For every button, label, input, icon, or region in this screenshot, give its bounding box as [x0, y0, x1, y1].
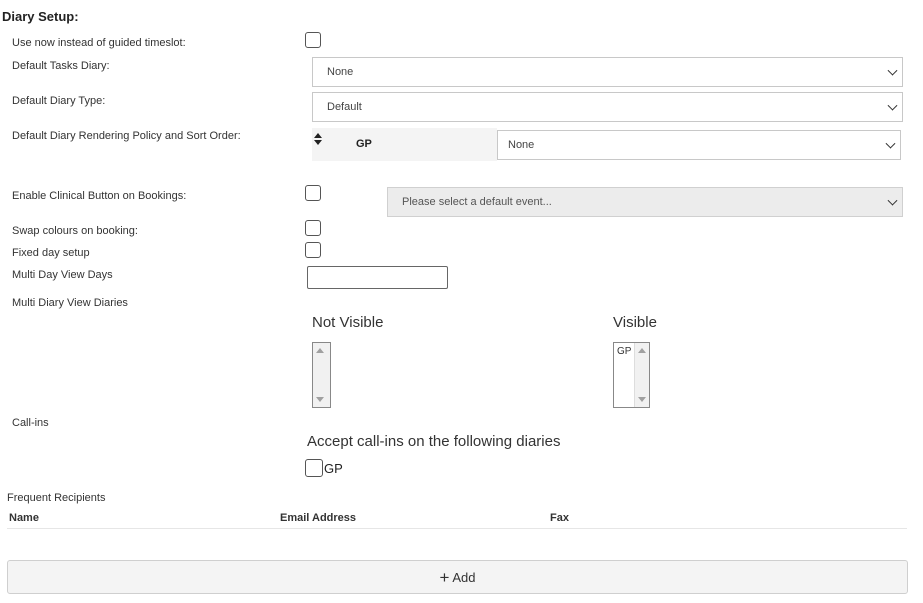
multi-day-view-days-label: Multi Day View Days: [12, 269, 113, 281]
visible-heading: Visible: [613, 314, 657, 331]
default-diary-type-select[interactable]: Default: [312, 92, 903, 122]
not-visible-listbox[interactable]: [312, 342, 331, 408]
column-header-email: Email Address: [280, 512, 357, 524]
enable-clinical-label: Enable Clinical Button on Bookings:: [12, 190, 187, 202]
scroll-down-icon[interactable]: [316, 397, 324, 402]
sort-handle-icon[interactable]: [314, 133, 322, 145]
rendering-policy-row: [312, 128, 497, 161]
add-button[interactable]: + Add: [7, 560, 908, 594]
rendering-policy-label: Default Diary Rendering Policy and Sort …: [12, 130, 241, 142]
default-diary-type-value: Default: [327, 101, 362, 113]
default-diary-type-label: Default Diary Type:: [12, 95, 106, 107]
chevron-down-icon: [887, 195, 898, 206]
chevron-down-icon: [885, 138, 896, 149]
callins-gp-label: GP: [324, 461, 343, 476]
plus-icon: +: [439, 567, 450, 587]
recipients-title: Frequent Recipients: [7, 492, 106, 504]
list-item[interactable]: GP: [617, 346, 631, 357]
callins-heading: Accept call-ins on the following diaries: [307, 433, 561, 450]
scroll-up-icon[interactable]: [316, 348, 324, 353]
fixed-day-checkbox[interactable]: [305, 242, 321, 258]
add-button-label: Add: [452, 569, 476, 585]
callins-label: Call-ins: [12, 417, 49, 429]
callins-gp-checkbox[interactable]: [305, 459, 323, 477]
fixed-day-label: Fixed day setup: [12, 247, 90, 259]
table-divider: [7, 528, 907, 529]
swap-colours-checkbox[interactable]: [305, 220, 321, 236]
use-now-checkbox[interactable]: [305, 32, 321, 48]
use-now-label: Use now instead of guided timeslot:: [12, 37, 186, 49]
visible-listbox[interactable]: GP: [613, 342, 650, 408]
visible-scrollbar[interactable]: [634, 343, 649, 407]
section-title: Diary Setup:: [2, 9, 79, 24]
multi-diary-view-label: Multi Diary View Diaries: [12, 297, 128, 309]
chevron-down-icon: [887, 100, 898, 111]
column-header-name: Name: [9, 512, 39, 524]
default-tasks-diary-select[interactable]: None: [312, 57, 903, 87]
default-tasks-diary-label: Default Tasks Diary:: [12, 60, 110, 72]
default-event-placeholder: Please select a default event...: [402, 196, 552, 208]
not-visible-scrollbar[interactable]: [313, 343, 330, 407]
default-event-select[interactable]: Please select a default event...: [387, 187, 903, 217]
default-tasks-diary-value: None: [327, 66, 354, 78]
chevron-down-icon: [887, 65, 898, 76]
scroll-down-icon[interactable]: [638, 397, 646, 402]
not-visible-heading: Not Visible: [312, 314, 384, 331]
multi-day-view-days-input[interactable]: [307, 266, 448, 289]
rendering-policy-select[interactable]: None: [497, 130, 901, 160]
swap-colours-label: Swap colours on booking:: [12, 225, 138, 237]
scroll-up-icon[interactable]: [638, 348, 646, 353]
enable-clinical-checkbox[interactable]: [305, 185, 321, 201]
column-header-fax: Fax: [550, 512, 569, 524]
rendering-policy-row-name: GP: [356, 138, 372, 150]
rendering-policy-value: None: [508, 139, 535, 151]
